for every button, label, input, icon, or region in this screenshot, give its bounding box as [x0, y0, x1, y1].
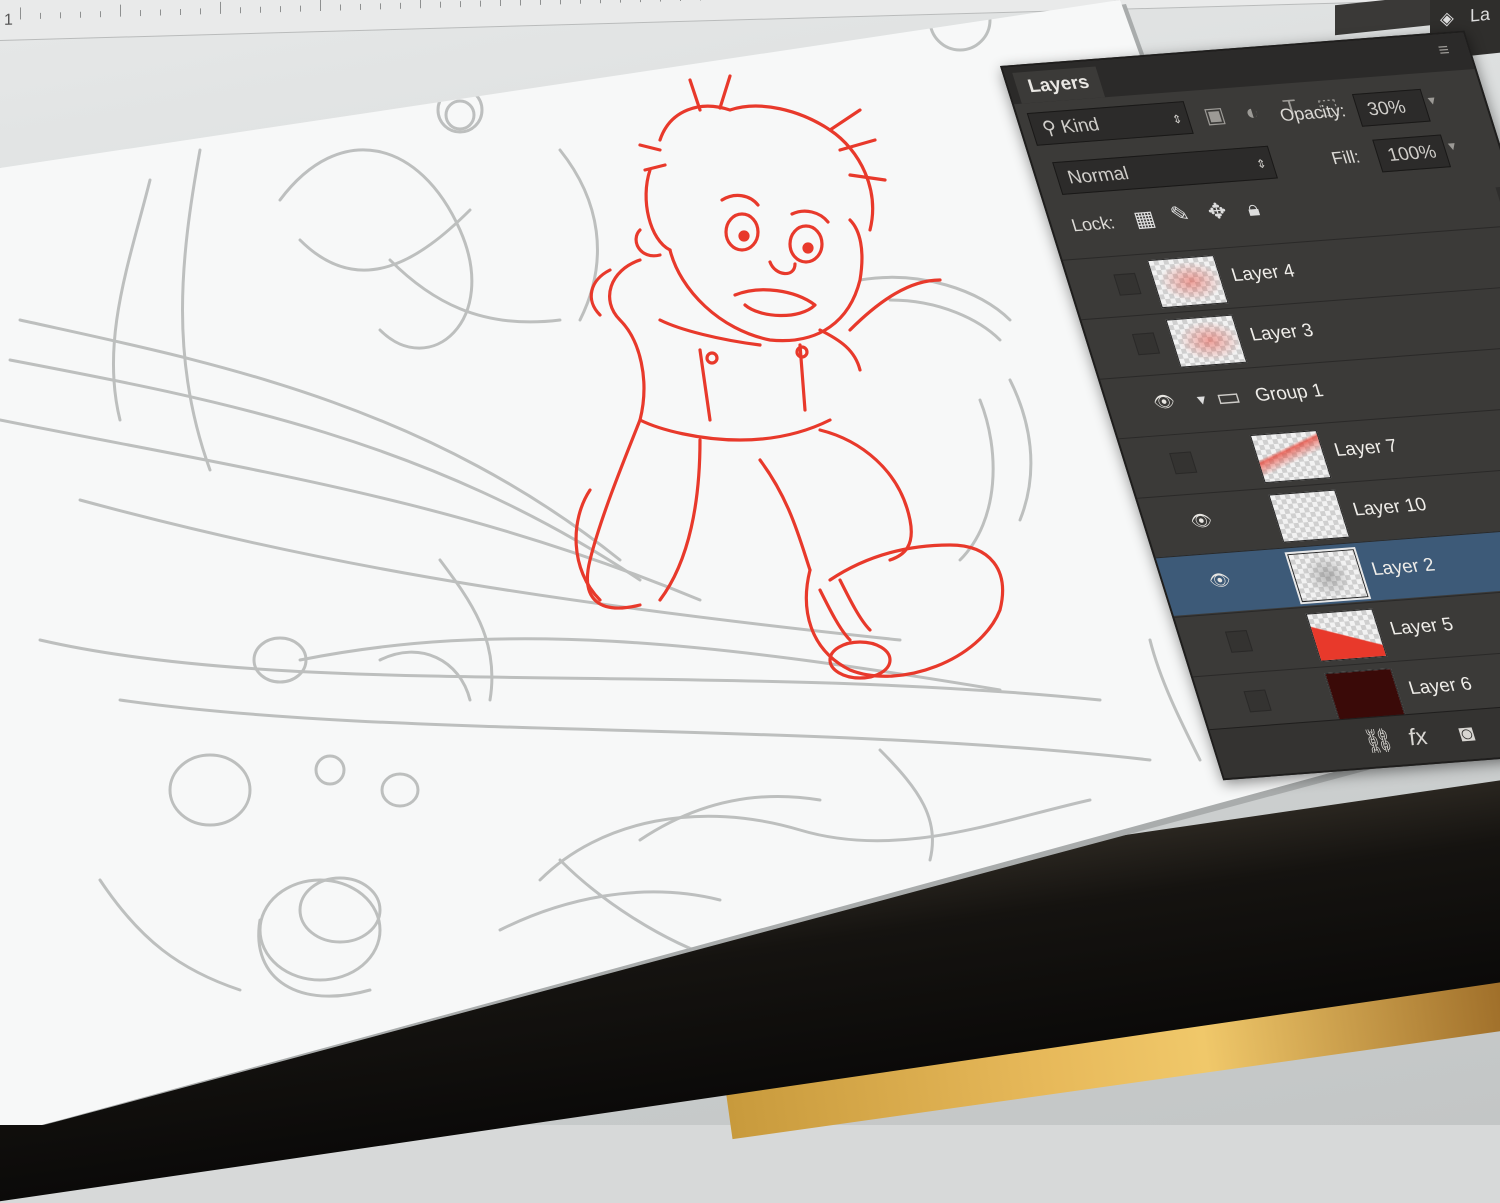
visibility-toggle[interactable] [1225, 630, 1253, 653]
ruler-tick [40, 13, 41, 19]
ruler-tick [300, 6, 301, 12]
layer-name: Layer 7 [1332, 436, 1401, 462]
ruler-tick [280, 6, 281, 12]
tab-layers[interactable]: Layers [1012, 67, 1105, 104]
ruler-tick [100, 11, 101, 17]
lock-paint-brush-icon[interactable]: ✎ [1167, 201, 1193, 227]
ruler-tick [240, 7, 241, 13]
ruler-tick [120, 5, 121, 17]
ruler-tick [180, 9, 181, 15]
layer-thumbnail [1147, 255, 1229, 308]
scroll-up-icon[interactable]: ▲ [1496, 187, 1500, 198]
ruler-tick [80, 12, 81, 18]
ruler-tick [580, 0, 581, 4]
opacity-dropdown-icon[interactable]: ▾ [1426, 92, 1438, 109]
visibility-eye-icon[interactable]: 👁︎ [1188, 511, 1216, 534]
opacity-field[interactable]: 30% [1352, 89, 1431, 127]
layer-name: Layer 5 [1388, 614, 1457, 640]
visibility-toggle[interactable] [1169, 451, 1197, 474]
lock-all-icon[interactable]: 🔒︎ [1244, 196, 1263, 222]
pixel-filter-icon[interactable]: ▣ [1200, 102, 1228, 129]
thumbnail-content [1270, 491, 1349, 542]
group-expand-icon[interactable]: ▼ [1192, 391, 1210, 407]
thumbnail-content [1326, 669, 1405, 720]
lock-label: Lock: [1069, 213, 1117, 236]
ruler-tick [200, 8, 201, 14]
ruler-tick [60, 12, 61, 18]
ruler-tick [260, 7, 261, 13]
layer-thumbnail [1166, 315, 1248, 368]
fill-dropdown-icon[interactable]: ▾ [1446, 138, 1458, 155]
blend-mode-select[interactable]: Normal ⇕ [1052, 146, 1278, 195]
mask-icon[interactable]: ◙ [1456, 720, 1479, 748]
updown-icon: ⇕ [1251, 147, 1271, 180]
filter-kind-select[interactable]: ⚲ Kind ⇕ [1027, 101, 1194, 146]
ruler-tick [460, 1, 461, 7]
ruler-tick [400, 3, 401, 9]
ruler-tick [480, 1, 481, 7]
visibility-toggle[interactable] [1132, 332, 1160, 355]
ruler-tick [20, 7, 21, 19]
layers-panel[interactable]: Layers ≡ ⚲ Kind ⇕ ▣ ◐ T ⬚ ▤ ▪ Normal ⇕ O… [1000, 30, 1500, 780]
layer-name: Layer 4 [1229, 261, 1298, 287]
layer-thumbnail [1250, 430, 1332, 483]
ruler-tick [140, 10, 141, 16]
layer-name: Layer 3 [1248, 320, 1317, 346]
thumbnail-content [1307, 610, 1386, 661]
folder-icon: ▭ [1211, 381, 1244, 413]
ruler-tick [340, 4, 341, 10]
fx-icon[interactable]: fx [1405, 724, 1432, 752]
link-icon[interactable]: ⛓ [1360, 726, 1399, 756]
fill-label: Fill: [1329, 147, 1363, 169]
fill-value: 100% [1385, 142, 1439, 166]
ruler-tick [500, 0, 501, 6]
visibility-toggle[interactable] [1244, 690, 1272, 713]
layer-thumbnail [1287, 549, 1369, 602]
visibility-toggle[interactable] [1113, 273, 1141, 296]
updown-icon: ⇕ [1167, 103, 1187, 136]
ruler-tick [560, 0, 561, 4]
visibility-eye-icon[interactable]: 👁︎ [1151, 392, 1179, 415]
ruler-tick [440, 2, 441, 8]
visibility-eye-icon[interactable]: 👁︎ [1206, 571, 1234, 594]
fill-field[interactable]: 100% [1372, 134, 1451, 172]
ruler-tick [380, 3, 381, 9]
ruler-tick [160, 10, 161, 16]
layer-thumbnail [1324, 668, 1406, 721]
thumbnail-content [1167, 316, 1246, 367]
lock-transparent-icon[interactable]: ▦ [1130, 206, 1158, 233]
adjustment-filter-icon[interactable]: ◐ [1242, 100, 1263, 126]
ruler-tick [540, 0, 541, 5]
layer-name: Group 1 [1252, 381, 1326, 407]
thumbnail-content [1251, 431, 1330, 482]
layer-name: Layer 6 [1406, 674, 1475, 700]
layer-thumbnail [1306, 609, 1388, 662]
ruler-tick [360, 4, 361, 10]
ruler-number: 1 [4, 12, 13, 30]
ruler-tick [680, 0, 681, 1]
layer-thumbnail [1268, 490, 1350, 543]
lock-move-icon[interactable]: ✥ [1204, 198, 1230, 224]
thumbnail-content [1148, 256, 1227, 307]
ruler-tick [660, 0, 661, 2]
ruler-tick [320, 0, 321, 11]
layer-name: Layer 2 [1369, 555, 1438, 581]
ruler-tick [620, 0, 621, 3]
ruler-tick [520, 0, 521, 5]
layers-panel-wrapper: Layers ≡ ⚲ Kind ⇕ ▣ ◐ T ⬚ ▤ ▪ Normal ⇕ O… [1000, 20, 1500, 800]
ruler-tick [420, 0, 421, 8]
opacity-label: Opacity: [1277, 101, 1348, 126]
filter-kind-label: Kind [1058, 115, 1102, 138]
thumbnail-content [1288, 550, 1367, 601]
opacity-value: 30% [1365, 97, 1409, 120]
layer-name: Layer 10 [1350, 495, 1429, 522]
blend-mode-value: Normal [1065, 164, 1131, 189]
ruler-tick [640, 0, 641, 2]
ruler-tick [220, 2, 221, 14]
panel-menu-icon[interactable]: ≡ [1436, 40, 1453, 61]
ruler-tick [600, 0, 601, 3]
